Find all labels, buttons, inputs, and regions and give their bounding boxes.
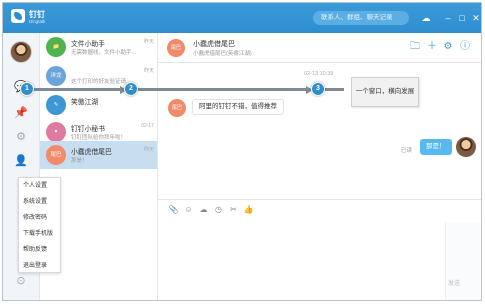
conversation-time: 昨天 [143,147,154,153]
annotation-note: 一个窗口，横向发展 [351,77,419,107]
search-input[interactable]: 联系人、群组、聊天记录 [313,11,409,25]
menu-item-personal-settings[interactable]: 个人设置 [19,178,60,194]
chat-avatar[interactable]: 尾巴 [167,39,185,57]
chat-panel: 尾巴 小蠢虎借尾巴 小蠢虎借尾巴(英睿江湖) 🗀 ＋ ⚙ ⓘ 02-13 10:… [158,33,481,300]
conversation-preview: 无需数据线，文件小助手... [71,50,137,56]
folder-icon[interactable]: 🗀 [409,40,421,54]
chat-title: 小蠢虎借尾巴 [193,41,235,48]
conversation-preview: 钉钉团队给你拜年啦！ [71,135,127,141]
conversation-preview: 这个打印的好友验证请... [71,79,131,85]
conversation-name: 小蠢虎借尾巴 [71,149,112,156]
send-button[interactable]: 发送 [448,278,460,287]
conversation-avatar: 洋龙 [46,66,66,86]
file-assistant-avatar: 📁 [46,37,66,57]
outgoing-message: 那是！ [420,139,452,155]
dingtalk-window: 钉钉 Dingtalk 联系人、群组、聊天记录 ☁ – □ ✕ 💬 📌 ⚙ 👤 … [2,2,482,301]
dingtalk-logo-icon [11,9,25,23]
send-area [445,222,481,300]
conversation-preview: 那是！ [71,158,88,164]
settings-cog-icon[interactable]: ⚙ [13,129,29,145]
minimize-icon[interactable]: – [441,11,455,25]
compose-area[interactable]: 📎 ☺ ☁ ◷ ✂ 👍 发送 [158,199,481,300]
app-subtitle: Dingtalk [29,19,46,24]
attach-icon[interactable]: 📎 [168,204,179,216]
read-status: 已读 [401,148,413,154]
emoji-icon[interactable]: ☺ [183,204,194,216]
user-settings-icon[interactable]: ⚙ [442,40,454,54]
title-bar: 钉钉 Dingtalk 联系人、群组、聊天记录 ☁ – □ ✕ [3,3,481,33]
conversation-avatar: 尾巴 [46,145,66,165]
chat-subtitle: 小蠢虎借尾巴(英睿江湖) [193,51,252,57]
menu-item-download-mobile[interactable]: 下载手机版 [19,226,60,242]
menu-item-change-password[interactable]: 修改密码 [19,210,60,226]
maximize-icon[interactable]: □ [455,11,469,25]
cloud-icon[interactable]: ☁ [419,11,433,25]
menu-item-help-feedback[interactable]: 帮助反馈 [19,242,60,258]
conversation-time: 昨天 [143,39,154,45]
conversation-name: 钉钉小秘书 [71,126,105,133]
conversation-name: 文件小助手 [71,41,105,48]
pin-icon[interactable]: 📌 [13,105,29,121]
info-icon[interactable]: ⓘ [459,40,471,54]
conversation-time: 昨天 [143,68,154,74]
cloud-upload-icon[interactable]: ☁ [198,204,209,216]
list-item[interactable]: 洋龙 这个打印的好友验证请... 昨天 [40,62,157,90]
conversation-time: 02-17 [141,123,154,129]
list-item[interactable]: ✎ 笑傲江湖 [40,91,157,119]
my-message-avatar [456,137,476,157]
thumbs-up-icon[interactable]: 👍 [243,204,254,216]
list-item[interactable]: 📁 文件小助手 无需数据线，文件小助手... 昨天 [40,33,157,61]
secretary-avatar: ♥ [46,122,66,142]
incoming-message: 阿里的钉钉不错，值得推荐 [192,99,284,115]
list-item-selected[interactable]: 尾巴 小蠢虎借尾巴 那是！ 昨天 [40,141,157,169]
my-avatar[interactable] [10,41,32,63]
chat-icon[interactable]: 💬 [13,79,29,95]
close-icon[interactable]: ✕ [469,11,481,25]
menu-item-system-settings[interactable]: 系统设置 [19,194,60,210]
message-timestamp: 02-13 10:39 [304,71,334,77]
clock-icon[interactable]: ◷ [213,204,224,216]
chat-header: 尾巴 小蠢虎借尾巴 小蠢虎借尾巴(英睿江湖) 🗀 ＋ ⚙ ⓘ [158,33,481,63]
settings-menu: 个人设置 系统设置 修改密码 下载手机版 帮助反馈 退出登录 [18,177,61,273]
menu-item-logout[interactable]: 退出登录 [19,258,60,274]
contacts-icon[interactable]: 👤 [13,153,29,169]
more-icon[interactable]: ⊙ [13,273,29,289]
conversation-name: 笑傲江湖 [71,99,99,106]
group-avatar: ✎ [46,95,66,115]
sender-avatar[interactable]: 尾巴 [168,99,186,117]
scissors-icon[interactable]: ✂ [228,204,239,216]
add-icon[interactable]: ＋ [426,40,438,54]
